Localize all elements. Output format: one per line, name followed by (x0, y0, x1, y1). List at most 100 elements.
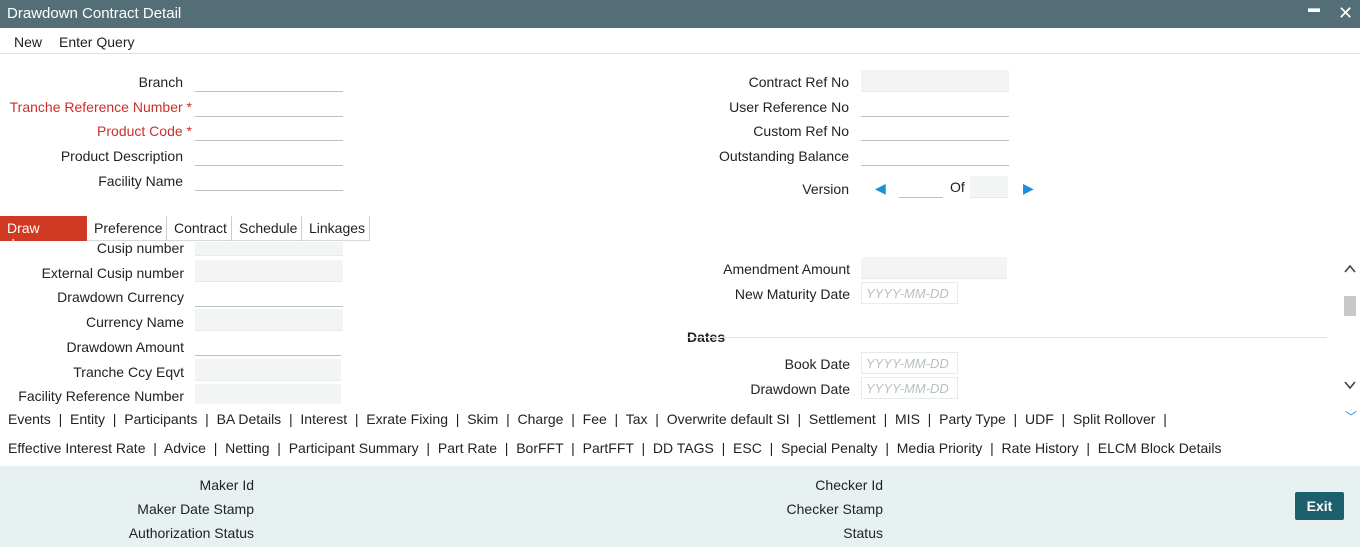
tab-preference[interactable]: Preference (87, 216, 167, 241)
facility-name-label: Facility Name (98, 173, 183, 189)
tranche-ccy-input[interactable] (195, 359, 341, 381)
link-split-rollover[interactable]: Split Rollover (1073, 411, 1155, 427)
link-separator: | (347, 411, 367, 427)
amendment-amount-input[interactable] (861, 257, 1007, 279)
tab-draw-downs[interactable]: Draw downs (0, 216, 87, 252)
new-maturity-input[interactable]: YYYY-MM-DD (861, 282, 958, 304)
link-separator: | (497, 440, 517, 456)
custom-ref-input[interactable] (861, 119, 1009, 141)
cusip-label: Cusip number (96, 242, 184, 256)
link-separator: | (205, 440, 226, 456)
link-separator: | (563, 411, 583, 427)
link-separator: | (789, 411, 809, 427)
version-next-icon[interactable]: ▶ (1023, 180, 1034, 197)
link-netting[interactable]: Netting (225, 440, 269, 456)
amendment-amount-label: Amendment Amount (723, 261, 850, 277)
book-date-label: Book Date (784, 356, 850, 372)
cusip-input[interactable] (195, 242, 343, 256)
contract-ref-input[interactable] (861, 70, 1009, 92)
close-icon[interactable]: ✕ (1338, 3, 1353, 24)
link-separator: | (877, 440, 897, 456)
link-participants[interactable]: Participants (124, 411, 197, 427)
window-titlebar: Drawdown Contract Detail ▬ ✕ (0, 0, 1360, 28)
link-separator: | (498, 411, 518, 427)
link-dd-tags[interactable]: DD TAGS (653, 440, 714, 456)
link-fee[interactable]: Fee (583, 411, 607, 427)
product-code-input[interactable] (195, 119, 343, 141)
minimize-icon[interactable]: ▬ (1308, 1, 1320, 15)
link-rate-history[interactable]: Rate History (1002, 440, 1079, 456)
tab-schedule[interactable]: Schedule (232, 216, 302, 241)
branch-label: Branch (138, 74, 183, 90)
link-exrate-fixing[interactable]: Exrate Fixing (366, 411, 448, 427)
link-part-rate[interactable]: Part Rate (438, 440, 497, 456)
link-settlement[interactable]: Settlement (809, 411, 876, 427)
link-separator: | (105, 411, 125, 427)
ext-cusip-label: External Cusip number (41, 265, 184, 281)
version-input[interactable] (899, 176, 943, 198)
currency-name-label: Currency Name (85, 314, 184, 330)
drawdown-date-label: Drawdown Date (750, 381, 850, 397)
link-participant-summary[interactable]: Participant Summary (289, 440, 419, 456)
tab-linkages[interactable]: Linkages (302, 216, 370, 241)
book-date-input[interactable]: YYYY-MM-DD (861, 352, 958, 374)
link-udf[interactable]: UDF (1025, 411, 1054, 427)
facility-ref-input[interactable] (195, 384, 341, 404)
link-separator: | (875, 411, 896, 427)
currency-name-input[interactable] (195, 309, 343, 331)
link-separator: | (1053, 411, 1073, 427)
status-label: Status (843, 525, 883, 541)
link-overwrite-default-si[interactable]: Overwrite default SI (667, 411, 790, 427)
link-separator: | (919, 411, 940, 427)
version-prev-icon[interactable]: ◀ (875, 180, 886, 197)
link-separator: | (281, 411, 301, 427)
outstanding-input[interactable] (861, 144, 1009, 166)
link-events[interactable]: Events (8, 411, 51, 427)
link-partfft[interactable]: PartFFT (583, 440, 634, 456)
link-esc[interactable]: ESC (733, 440, 762, 456)
link-special-penalty[interactable]: Special Penalty (781, 440, 878, 456)
amount-input[interactable] (195, 334, 341, 356)
tranche-ccy-label: Tranche Ccy Eqvt (73, 364, 184, 380)
link-interest[interactable]: Interest (300, 411, 347, 427)
link-separator: | (145, 440, 164, 456)
link-tax[interactable]: Tax (626, 411, 648, 427)
link-skim[interactable]: Skim (467, 411, 498, 427)
audit-footer: Maker Id Maker Date Stamp Authorization … (0, 466, 1360, 547)
currency-input[interactable] (195, 285, 343, 307)
link-mis[interactable]: MIS (895, 411, 920, 427)
link-charge[interactable]: Charge (518, 411, 564, 427)
product-desc-input[interactable] (195, 144, 343, 166)
link-separator: | (1078, 440, 1098, 456)
link-media-priority[interactable]: Media Priority (897, 440, 983, 456)
link-advice[interactable]: Advice (164, 440, 206, 456)
menu-new[interactable]: New (14, 34, 42, 50)
panel-scrollbar[interactable] (1343, 260, 1357, 395)
link-elcm-block-details[interactable]: ELCM Block Details (1098, 440, 1222, 456)
tab-contract[interactable]: Contract (167, 216, 232, 241)
link-effective-interest-rate[interactable]: Effective Interest Rate (8, 440, 145, 456)
custom-ref-label: Custom Ref No (753, 123, 849, 139)
link-entity[interactable]: Entity (70, 411, 105, 427)
link-ba-details[interactable]: BA Details (217, 411, 282, 427)
drawdowns-panel: Cusip number External Cusip number Drawd… (0, 242, 1340, 404)
link-separator: | (50, 411, 71, 427)
maker-stamp-label: Maker Date Stamp (137, 501, 254, 517)
ext-cusip-input[interactable] (195, 260, 343, 282)
link-separator: | (633, 440, 653, 456)
user-ref-input[interactable] (861, 95, 1009, 117)
checker-id-label: Checker Id (815, 477, 883, 493)
link-separator: | (982, 440, 1002, 456)
drawdown-date-input[interactable]: YYYY-MM-DD (861, 377, 958, 399)
tranche-ref-input[interactable] (195, 95, 343, 117)
link-separator: | (1155, 411, 1175, 427)
link-borfft[interactable]: BorFFT (516, 440, 563, 456)
branch-input[interactable] (195, 70, 343, 92)
link-separator: | (647, 411, 667, 427)
facility-name-input[interactable] (195, 169, 343, 191)
menu-enter-query[interactable]: Enter Query (59, 34, 134, 50)
dates-divider (687, 337, 1327, 338)
link-party-type[interactable]: Party Type (939, 411, 1006, 427)
exit-button[interactable]: Exit (1295, 492, 1344, 520)
auth-status-label: Authorization Status (128, 525, 254, 541)
